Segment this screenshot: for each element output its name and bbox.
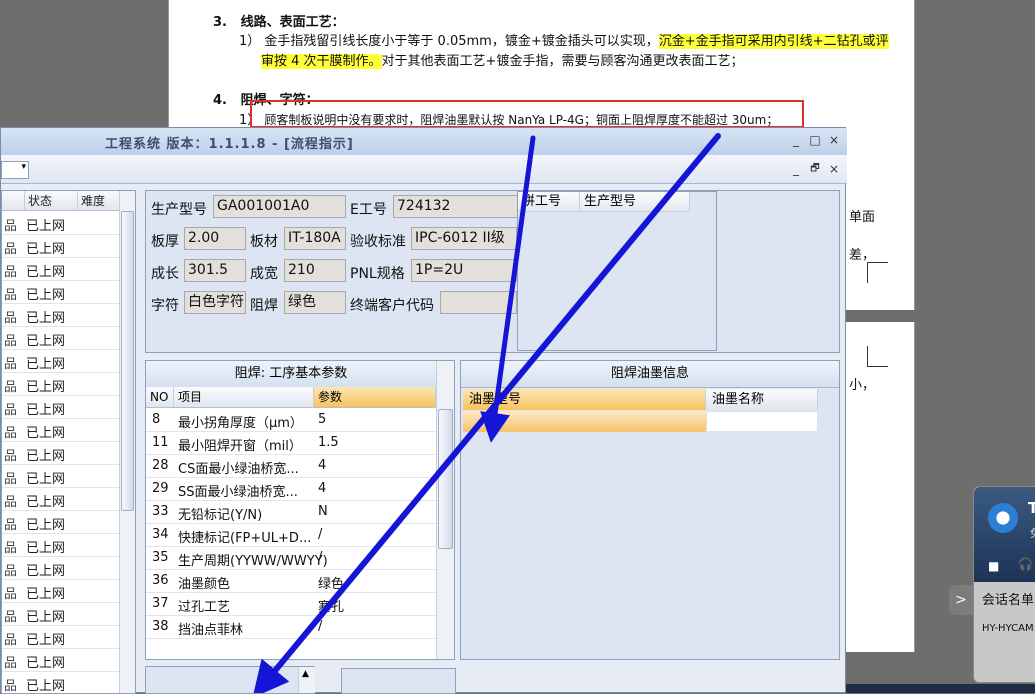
- arrow-to-bottom-panel: [252, 133, 721, 693]
- annotation-arrows: [252, 133, 721, 693]
